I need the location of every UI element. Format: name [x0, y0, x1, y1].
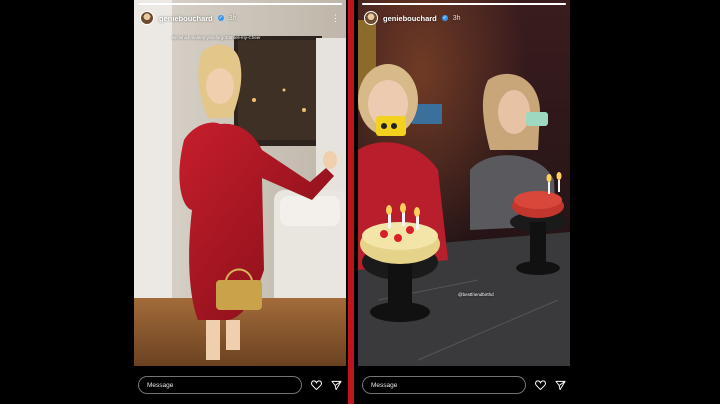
username[interactable]: geniebouchard: [159, 14, 213, 23]
message-input[interactable]: [138, 376, 302, 394]
story-panel-right: geniebouchard ✓ 3h @bestfriendbirthd: [358, 0, 570, 404]
story-panel-left: geniebouchard ✓ 3h ⋮ Bri-which-asleep-yo…: [134, 0, 346, 404]
story-progress-bar: [138, 3, 342, 5]
story-photo-right: [358, 0, 570, 366]
heart-icon[interactable]: [310, 379, 322, 391]
heart-icon[interactable]: [534, 379, 546, 391]
timestamp: 3h: [228, 14, 237, 22]
avatar[interactable]: [364, 11, 378, 25]
reply-bar: [362, 375, 566, 395]
story-header: geniebouchard ✓ 3h ⋮: [140, 9, 340, 27]
panel-divider: [348, 0, 354, 404]
message-input[interactable]: [362, 376, 526, 394]
story-photo-left: [134, 0, 346, 366]
story-caption: Bri-which-asleep-you-forgot-to-tell-my-C…: [172, 35, 261, 40]
avatar[interactable]: [140, 11, 154, 25]
mention-sticker[interactable]: @bestfriendbirthd: [458, 292, 494, 297]
reply-bar: [138, 375, 342, 395]
send-icon[interactable]: [330, 379, 342, 391]
verified-icon: ✓: [217, 15, 224, 21]
story-header: geniebouchard ✓ 3h: [364, 9, 564, 27]
verified-icon: ✓: [441, 15, 448, 21]
send-icon[interactable]: [554, 379, 566, 391]
more-icon[interactable]: ⋮: [331, 13, 340, 23]
story-progress-bar: [362, 3, 566, 5]
username[interactable]: geniebouchard: [383, 14, 437, 23]
timestamp: 3h: [452, 14, 461, 22]
